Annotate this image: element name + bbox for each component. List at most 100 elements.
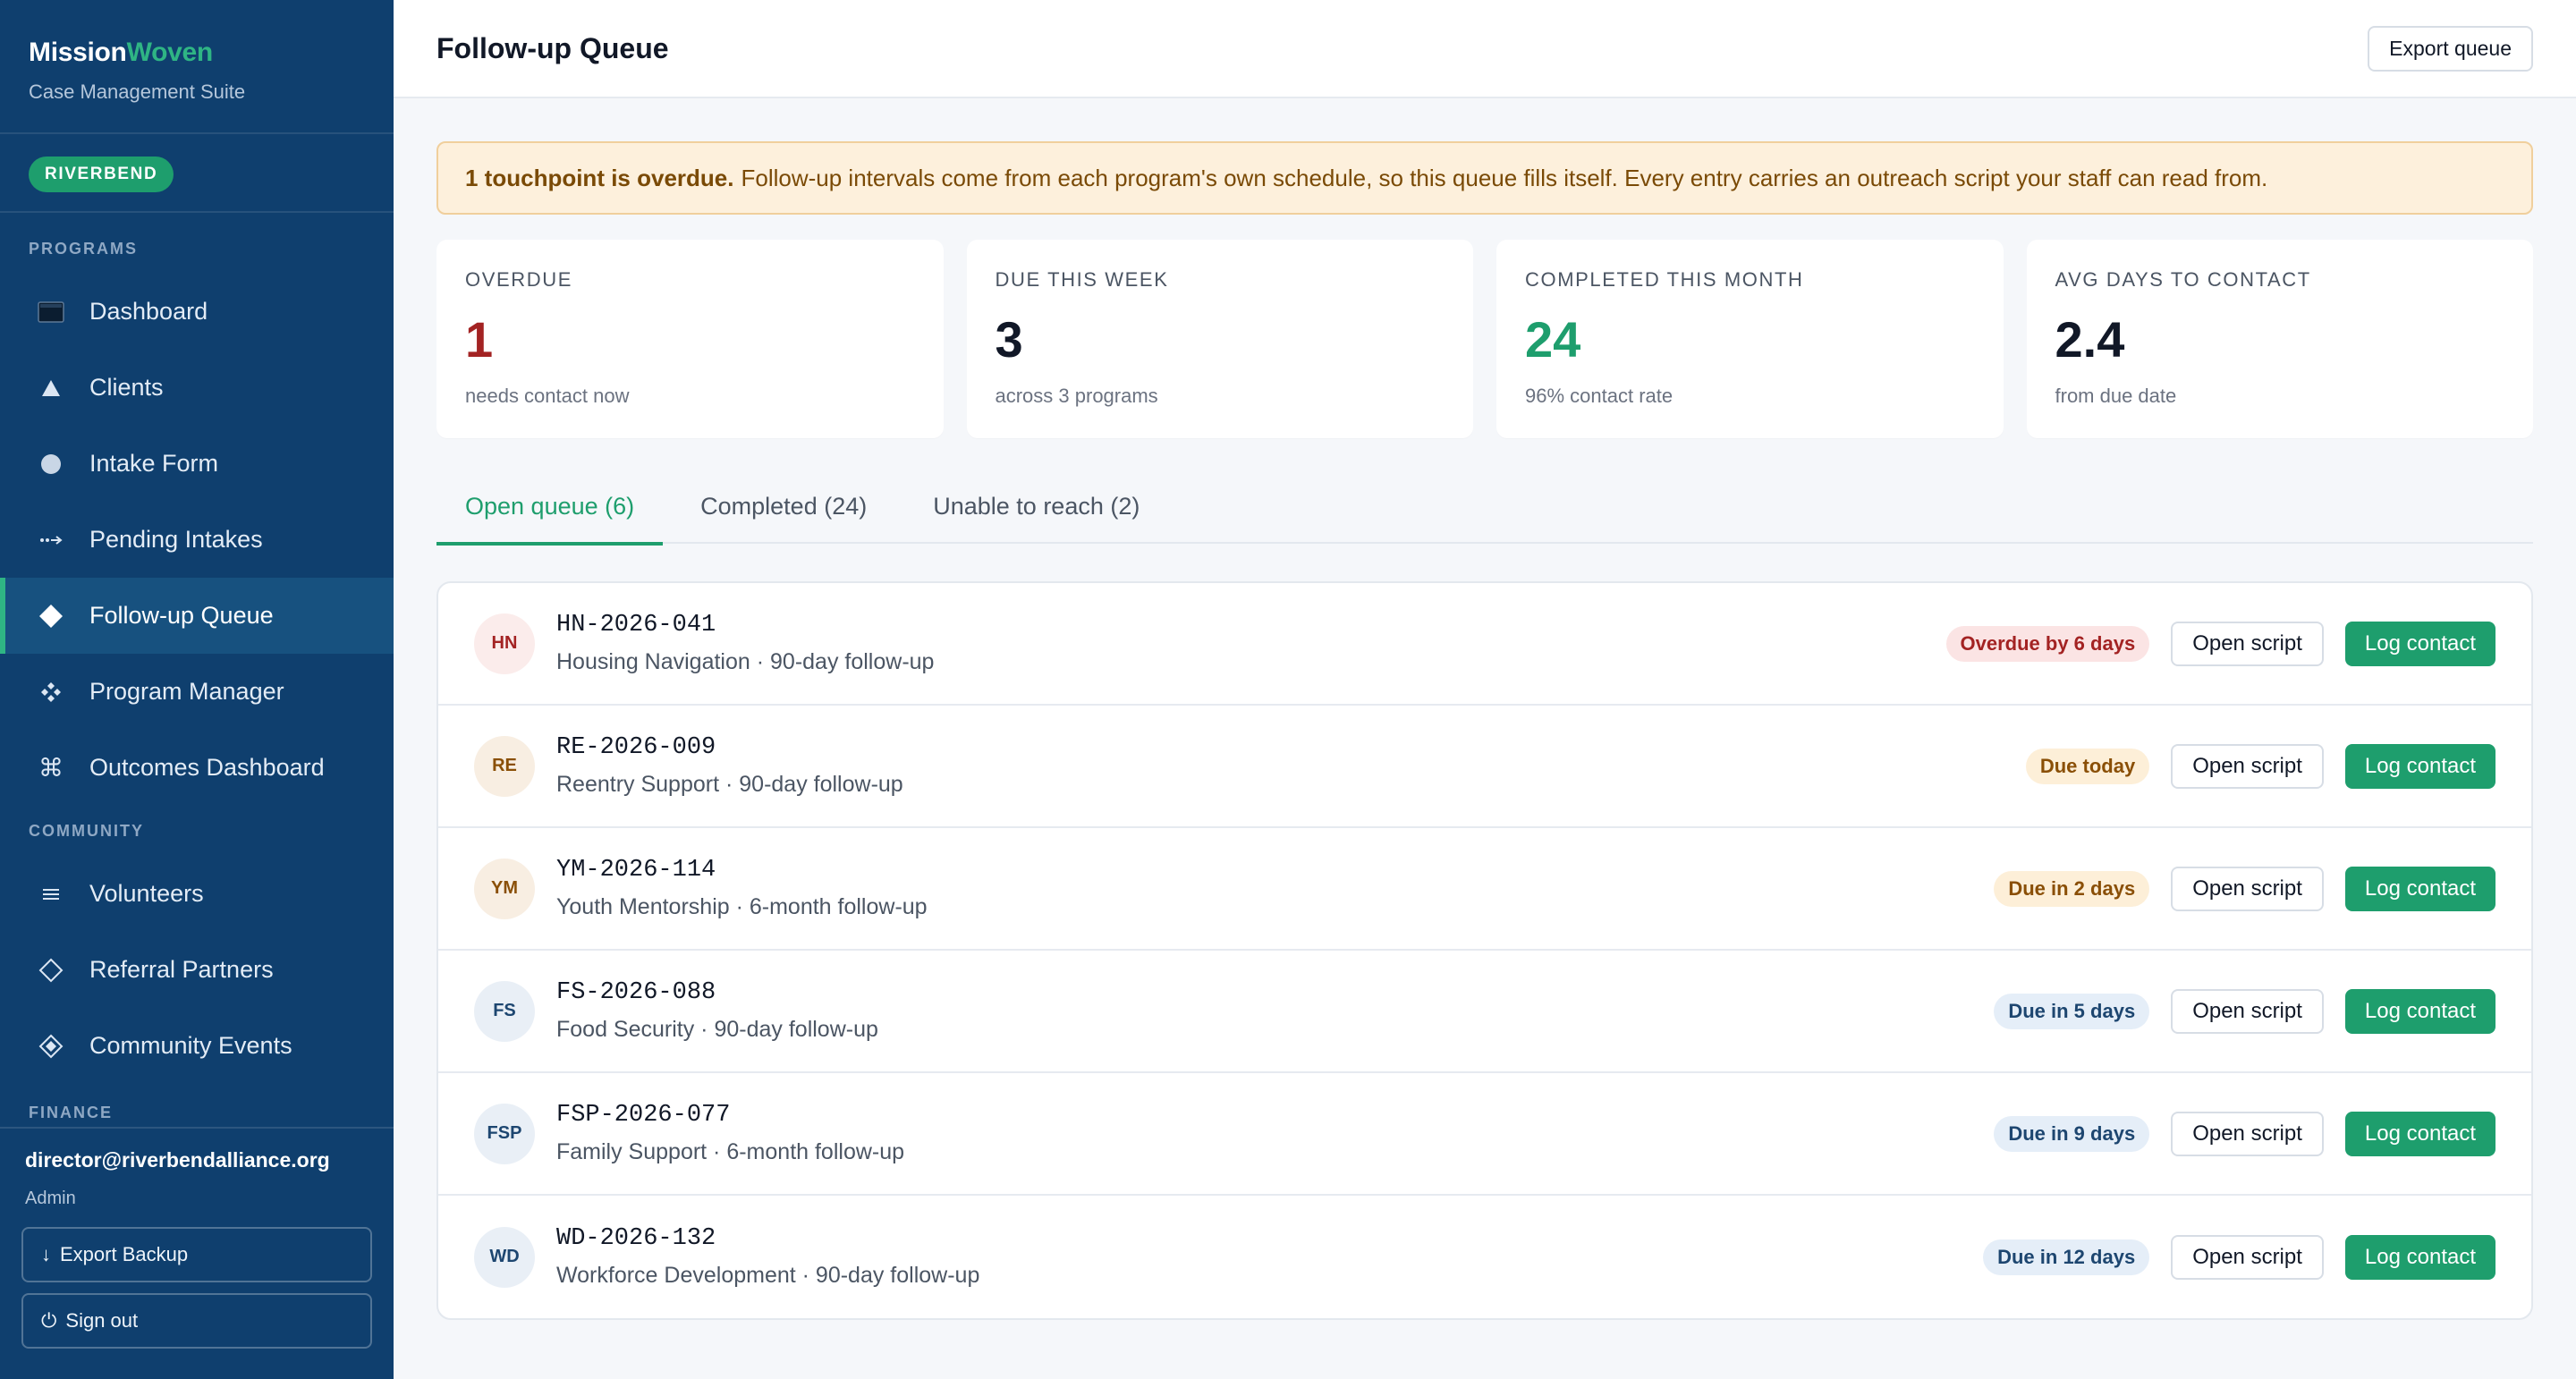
- sidebar-item-label: Dashboard: [89, 298, 208, 325]
- sidebar-item-label: Pending Intakes: [89, 526, 263, 553]
- alert-text: Follow-up intervals come from each progr…: [741, 164, 2268, 191]
- dotted-arrow-icon: [36, 534, 66, 546]
- avatar: HN: [474, 613, 535, 674]
- case-id[interactable]: HN-2026-041: [556, 612, 1946, 639]
- tab-unable-to-reach[interactable]: Unable to reach (2): [904, 469, 1168, 544]
- queue-row: YM YM-2026-114 Youth Mentorship · 6-mont…: [438, 828, 2531, 951]
- queue-row: HN HN-2026-041 Housing Navigation · 90-d…: [438, 583, 2531, 706]
- case-id[interactable]: RE-2026-009: [556, 734, 2026, 761]
- sidebar-item-dashboard[interactable]: Dashboard: [0, 274, 394, 350]
- brand: MissionWoven Case Management Suite: [0, 0, 394, 134]
- brand-name[interactable]: MissionWoven: [29, 38, 365, 68]
- sidebar-item-outcomes-dashboard[interactable]: ⌘ Outcomes Dashboard: [0, 730, 394, 806]
- status-badge: Due in 5 days: [1994, 993, 2150, 1029]
- triangle-icon: [36, 379, 66, 397]
- stat-card-overdue: OVERDUE 1 needs contact now: [436, 240, 944, 438]
- sidebar-item-follow-up-queue[interactable]: Follow-up Queue: [0, 578, 394, 654]
- export-backup-button[interactable]: ↓ Export Backup: [21, 1227, 372, 1282]
- sidebar-item-pending-intakes[interactable]: Pending Intakes: [0, 502, 394, 578]
- sidebar-item-intake-form[interactable]: Intake Form: [0, 426, 394, 502]
- log-contact-button[interactable]: Log contact: [2344, 988, 2496, 1034]
- diamond-dot-icon: [36, 1034, 66, 1059]
- log-contact-button[interactable]: Log contact: [2344, 1234, 2496, 1280]
- four-diamonds-icon: [36, 681, 66, 703]
- stat-card-completed-this-month: COMPLETED THIS MONTH 24 96% contact rate: [1496, 240, 2004, 438]
- diamond-outline-icon: [36, 958, 66, 983]
- log-contact-button[interactable]: Log contact: [2344, 743, 2496, 789]
- avatar: WD: [474, 1226, 535, 1288]
- user-email: director@riverbendalliance.org: [25, 1148, 330, 1172]
- page-title: Follow-up Queue: [436, 32, 669, 64]
- log-contact-button[interactable]: Log contact: [2344, 866, 2496, 911]
- stat-value: 3: [995, 311, 1023, 368]
- sidebar-item-volunteers[interactable]: Volunteers: [0, 856, 394, 932]
- menu-lines-icon: [36, 886, 66, 902]
- avatar: FS: [474, 980, 535, 1042]
- sidebar-item-label: Volunteers: [89, 880, 204, 907]
- open-script-button[interactable]: Open script: [2171, 1111, 2324, 1156]
- circle-icon: [36, 453, 66, 475]
- stat-label: AVG DAYS TO CONTACT: [2055, 268, 2311, 291]
- case-meta: Youth Mentorship · 6-month follow-up: [556, 894, 928, 919]
- case-id[interactable]: FSP-2026-077: [556, 1102, 1994, 1129]
- sidebar: MissionWoven Case Management Suite RIVER…: [0, 0, 394, 1379]
- open-script-button[interactable]: Open script: [2171, 621, 2324, 666]
- stat-sub: from due date: [2055, 385, 2177, 407]
- stat-value: 1: [465, 311, 494, 368]
- queue-row: RE RE-2026-009 Reentry Support · 90-day …: [438, 706, 2531, 828]
- sidebar-item-referral-partners[interactable]: Referral Partners: [0, 932, 394, 1008]
- alert-bold-text: 1 touchpoint is overdue.: [465, 164, 734, 191]
- status-badge: Due in 12 days: [1983, 1239, 2150, 1275]
- status-badge: Due in 2 days: [1994, 870, 2150, 907]
- open-script-button[interactable]: Open script: [2171, 1234, 2324, 1280]
- stat-sub: across 3 programs: [995, 385, 1158, 407]
- power-icon: ⏻: [41, 1309, 57, 1332]
- stat-value: 24: [1525, 311, 1581, 368]
- top-header: Follow-up Queue Export queue: [394, 0, 2576, 98]
- open-script-button[interactable]: Open script: [2171, 866, 2324, 911]
- stat-card-avg-days-to-contact: AVG DAYS TO CONTACT 2.4 from due date: [2026, 240, 2533, 438]
- sidebar-item-label: Clients: [89, 374, 164, 401]
- case-id[interactable]: FS-2026-088: [556, 979, 1994, 1006]
- stat-card-due-this-week: DUE THIS WEEK 3 across 3 programs: [966, 240, 1473, 438]
- case-id[interactable]: WD-2026-132: [556, 1225, 1983, 1252]
- avatar: YM: [474, 858, 535, 919]
- sidebar-item-program-manager[interactable]: Program Manager: [0, 654, 394, 730]
- queue-row: FS FS-2026-088 Food Security · 90-day fo…: [438, 951, 2531, 1073]
- queue-list: HN HN-2026-041 Housing Navigation · 90-d…: [436, 581, 2533, 1320]
- sidebar-item-label: Outcomes Dashboard: [89, 754, 325, 781]
- sidebar-item-clients[interactable]: Clients: [0, 350, 394, 426]
- sidebar-item-label: Community Events: [89, 1032, 292, 1059]
- stat-sub: 96% contact rate: [1525, 385, 1674, 407]
- sidebar-item-community-events[interactable]: Community Events: [0, 1008, 394, 1084]
- sidebar-item-label: Intake Form: [89, 450, 219, 477]
- queue-tabs: Open queue (6) Completed (24) Unable to …: [436, 469, 2533, 546]
- export-backup-label: Export Backup: [60, 1243, 189, 1265]
- status-badge: Due in 9 days: [1994, 1115, 2150, 1152]
- queue-row: FSP FSP-2026-077 Family Support · 6-mont…: [438, 1073, 2531, 1196]
- sidebar-footer: director@riverbendalliance.org Admin ↓ E…: [0, 1127, 394, 1379]
- tab-open-queue[interactable]: Open queue (6): [436, 469, 664, 546]
- case-meta: Workforce Development · 90-day follow-up: [556, 1263, 980, 1288]
- queue-row: WD WD-2026-132 Workforce Development · 9…: [438, 1196, 2531, 1318]
- export-queue-button[interactable]: Export queue: [2368, 26, 2533, 72]
- command-icon: ⌘: [38, 754, 64, 782]
- overdue-alert: 1 touchpoint is overdue. Follow-up inter…: [436, 141, 2533, 215]
- org-badge[interactable]: RIVERBEND: [29, 157, 174, 192]
- dashboard-square-icon: [36, 300, 66, 323]
- open-script-button[interactable]: Open script: [2171, 988, 2324, 1034]
- sign-out-label: Sign out: [65, 1309, 139, 1332]
- stats-row: OVERDUE 1 needs contact now DUE THIS WEE…: [436, 240, 2533, 438]
- case-meta: Housing Navigation · 90-day follow-up: [556, 649, 935, 674]
- log-contact-button[interactable]: Log contact: [2344, 1111, 2496, 1156]
- stat-label: DUE THIS WEEK: [995, 268, 1169, 291]
- case-id[interactable]: YM-2026-114: [556, 857, 1994, 884]
- tab-completed[interactable]: Completed (24): [672, 469, 895, 544]
- nav-section-programs: PROGRAMS: [29, 240, 139, 258]
- open-script-button[interactable]: Open script: [2171, 743, 2324, 789]
- sign-out-button[interactable]: ⏻ Sign out: [21, 1293, 372, 1349]
- stat-sub: needs contact now: [465, 385, 630, 407]
- avatar: RE: [474, 735, 535, 797]
- log-contact-button[interactable]: Log contact: [2344, 621, 2496, 666]
- case-meta: Food Security · 90-day follow-up: [556, 1017, 878, 1042]
